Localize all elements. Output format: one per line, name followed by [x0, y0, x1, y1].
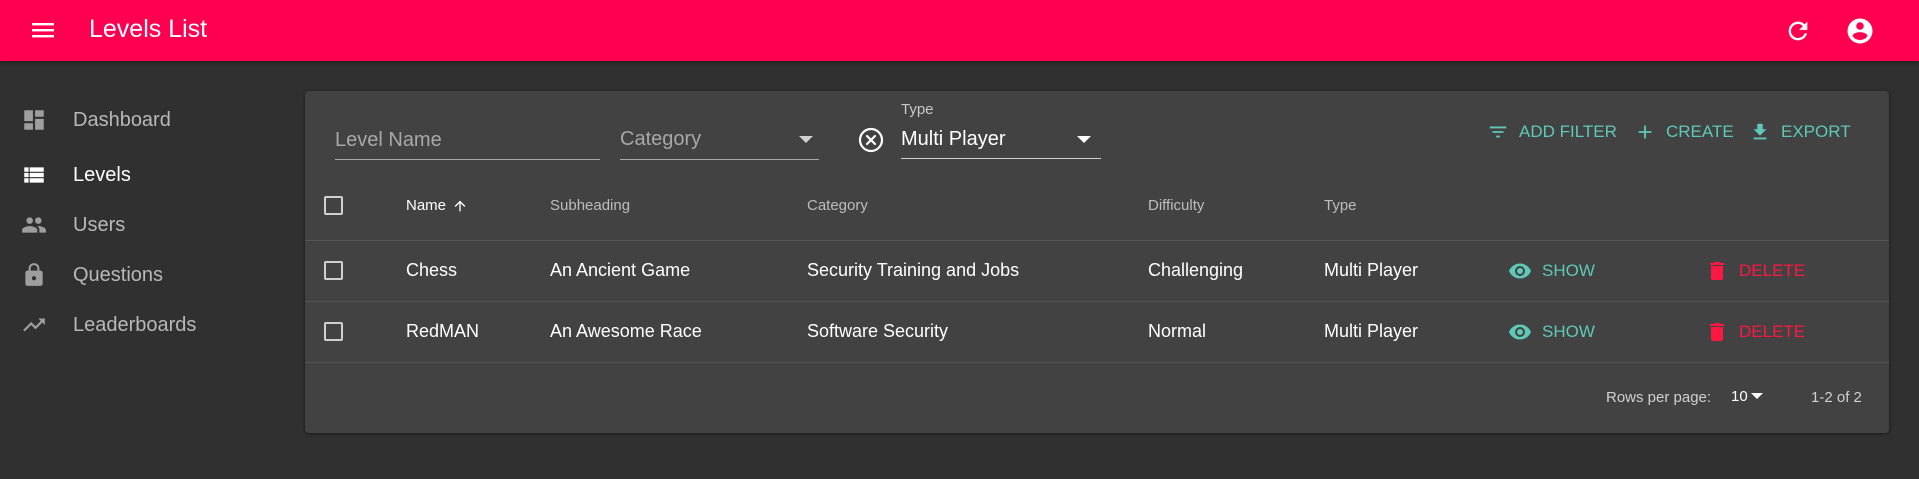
delete-button[interactable]: DELETE: [1705, 320, 1805, 344]
column-header-difficulty[interactable]: Difficulty: [1148, 197, 1204, 214]
add-icon: [1638, 125, 1652, 139]
rows-per-page-value: 10: [1731, 388, 1748, 405]
dashboard-icon: [21, 107, 47, 133]
cell-name: Chess: [406, 260, 458, 280]
sidebar-item-label: Dashboard: [73, 108, 171, 131]
export-label: EXPORT: [1781, 122, 1851, 141]
cell-difficulty: Normal: [1148, 321, 1207, 341]
delete-button[interactable]: DELETE: [1705, 259, 1805, 283]
type-select[interactable]: Type Multi Player: [901, 99, 1101, 159]
filter-list-icon: [1489, 126, 1507, 138]
page-title: Levels List: [89, 15, 208, 43]
row-checkbox[interactable]: [324, 261, 343, 280]
cell-subheading: An Ancient Game: [550, 260, 691, 280]
add-filter-button[interactable]: ADD FILTER: [1487, 117, 1617, 147]
add-filter-label: ADD FILTER: [1519, 122, 1617, 141]
show-label: SHOW: [1542, 322, 1595, 341]
sidebar-item-label: Levels: [73, 163, 131, 186]
clear-filter-icon[interactable]: [858, 127, 884, 153]
show-button[interactable]: SHOW: [1508, 320, 1595, 344]
cell-difficulty: Challenging: [1148, 260, 1244, 280]
rows-per-page-label: Rows per page:: [1606, 389, 1712, 406]
chevron-down-icon: [799, 136, 813, 143]
pagination-range: 1-2 of 2: [1811, 389, 1862, 406]
type-value: Multi Player: [901, 128, 1006, 150]
cell-type: Multi Player: [1324, 260, 1419, 280]
column-header-name[interactable]: Name: [406, 197, 468, 214]
rows-per-page-select[interactable]: 10: [1731, 388, 1763, 405]
sidebar-item-users[interactable]: Users: [0, 203, 290, 247]
cell-category: Security Training and Jobs: [807, 260, 1020, 280]
sidebar-item-label: Users: [73, 213, 126, 236]
cell-name: RedMAN: [406, 321, 480, 341]
delete-label: DELETE: [1739, 261, 1806, 280]
column-header-type[interactable]: Type: [1324, 197, 1357, 214]
row-divider: [305, 301, 1889, 302]
level-name-input[interactable]: Level Name: [335, 125, 600, 160]
cell-type: Multi Player: [1324, 321, 1419, 341]
type-label: Type: [901, 101, 934, 118]
app-bar: Levels List: [0, 0, 1919, 61]
row-divider: [305, 240, 1889, 241]
cell-category: Software Security: [807, 321, 949, 341]
select-all-checkbox[interactable]: [324, 196, 343, 215]
account-circle-icon[interactable]: [1845, 16, 1875, 46]
lock-icon: [21, 262, 47, 288]
trash-icon: [1710, 323, 1724, 341]
chevron-down-icon: [1077, 136, 1091, 143]
input-underline: [620, 159, 819, 160]
input-underline: [901, 158, 1101, 159]
delete-label: DELETE: [1739, 322, 1806, 341]
create-button[interactable]: CREATE: [1634, 117, 1734, 147]
column-header-subheading[interactable]: Subheading: [550, 197, 630, 214]
sidebar-item-levels[interactable]: Levels: [0, 153, 290, 197]
category-select[interactable]: Category: [620, 125, 819, 160]
create-label: CREATE: [1666, 122, 1734, 141]
chevron-down-icon: [1750, 392, 1763, 399]
sidebar-item-leaderboards[interactable]: Leaderboards: [0, 303, 290, 347]
trash-icon: [1710, 262, 1724, 280]
trending-up-icon: [21, 312, 47, 338]
cell-subheading: An Awesome Race: [550, 321, 702, 341]
export-button[interactable]: EXPORT: [1749, 117, 1851, 147]
list-icon: [21, 162, 47, 188]
column-header-category[interactable]: Category: [807, 197, 868, 214]
refresh-icon[interactable]: [1784, 17, 1812, 45]
row-divider: [305, 362, 1889, 363]
sidebar-item-dashboard[interactable]: Dashboard: [0, 98, 290, 142]
show-label: SHOW: [1542, 261, 1595, 280]
category-placeholder: Category: [620, 128, 702, 150]
sidebar-item-questions[interactable]: Questions: [0, 253, 290, 297]
column-header-name-label: Name: [406, 197, 447, 214]
eye-icon: [1509, 263, 1531, 279]
people-icon: [21, 212, 47, 238]
levels-card: Level Name Category Type Multi Player AD…: [305, 91, 1889, 433]
download-icon: [1753, 123, 1767, 140]
eye-icon: [1509, 324, 1531, 340]
input-underline: [335, 159, 600, 160]
sidebar-item-label: Leaderboards: [73, 313, 197, 336]
row-checkbox[interactable]: [324, 322, 343, 341]
menu-icon[interactable]: [29, 18, 57, 42]
show-button[interactable]: SHOW: [1508, 259, 1595, 283]
arrow-up-icon: [454, 200, 466, 211]
sidebar-item-label: Questions: [73, 263, 164, 286]
level-name-placeholder: Level Name: [335, 129, 442, 151]
